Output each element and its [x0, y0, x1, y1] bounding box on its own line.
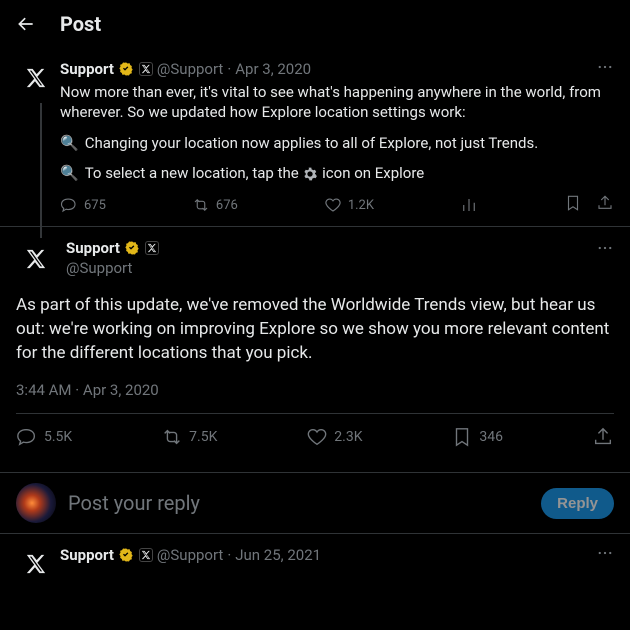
- post-date[interactable]: Jun 25, 2021: [235, 546, 321, 564]
- verified-icon: [118, 547, 134, 563]
- reply-button[interactable]: 675: [60, 196, 106, 214]
- more-button[interactable]: [596, 544, 614, 566]
- bullet-line: 🔍 Changing your location now applies to …: [60, 134, 614, 152]
- user-handle[interactable]: @Support: [157, 60, 223, 78]
- separator: ·: [227, 60, 231, 78]
- verified-icon: [118, 61, 134, 77]
- page-title: Post: [60, 12, 101, 36]
- avatar[interactable]: [16, 239, 56, 279]
- org-badge-icon: [145, 241, 159, 255]
- magnifier-icon: 🔍: [60, 164, 79, 182]
- avatar[interactable]: [16, 544, 56, 584]
- repost-button[interactable]: 7.5K: [161, 426, 217, 448]
- user-name[interactable]: Support: [66, 239, 120, 257]
- org-badge-icon: [139, 62, 153, 76]
- reply-button[interactable]: 5.5K: [16, 426, 72, 448]
- user-handle[interactable]: @Support: [157, 546, 223, 564]
- repost-button[interactable]: 676: [192, 196, 238, 214]
- more-button[interactable]: [596, 239, 614, 279]
- timestamp[interactable]: 3:44 AM · Apr 3, 2020: [16, 381, 614, 399]
- post-text: As part of this update, we've removed th…: [16, 293, 614, 365]
- separator: ·: [227, 546, 231, 564]
- post-date[interactable]: Apr 3, 2020: [235, 60, 311, 78]
- like-button[interactable]: 2.3K: [306, 426, 362, 448]
- reply-input[interactable]: Post your reply: [68, 491, 529, 515]
- more-button[interactable]: [596, 58, 614, 80]
- bullet-text: Changing your location now applies to al…: [85, 134, 538, 152]
- verified-icon: [124, 240, 140, 256]
- post-text: Now more than ever, it's vital to see wh…: [60, 82, 614, 122]
- user-avatar[interactable]: [16, 483, 56, 523]
- gear-icon: [302, 166, 318, 182]
- reply-button[interactable]: Reply: [541, 488, 614, 519]
- magnifier-icon: 🔍: [60, 134, 79, 152]
- user-name[interactable]: Support: [60, 60, 114, 78]
- thread-line: [40, 103, 42, 238]
- avatar[interactable]: [16, 58, 56, 98]
- user-handle[interactable]: @Support: [66, 259, 159, 277]
- bookmark-button[interactable]: 346: [451, 426, 503, 448]
- bullet-line: 🔍 To select a new location, tap the icon…: [60, 164, 614, 182]
- share-button[interactable]: [596, 194, 614, 216]
- back-button[interactable]: [16, 14, 36, 34]
- bullet-text: To select a new location, tap the icon o…: [85, 164, 425, 182]
- org-badge-icon: [139, 548, 153, 562]
- views-button[interactable]: [460, 196, 478, 214]
- user-name[interactable]: Support: [60, 546, 114, 564]
- like-button[interactable]: 1.2K: [324, 196, 374, 214]
- bookmark-button[interactable]: [564, 194, 582, 216]
- share-button[interactable]: [592, 426, 614, 448]
